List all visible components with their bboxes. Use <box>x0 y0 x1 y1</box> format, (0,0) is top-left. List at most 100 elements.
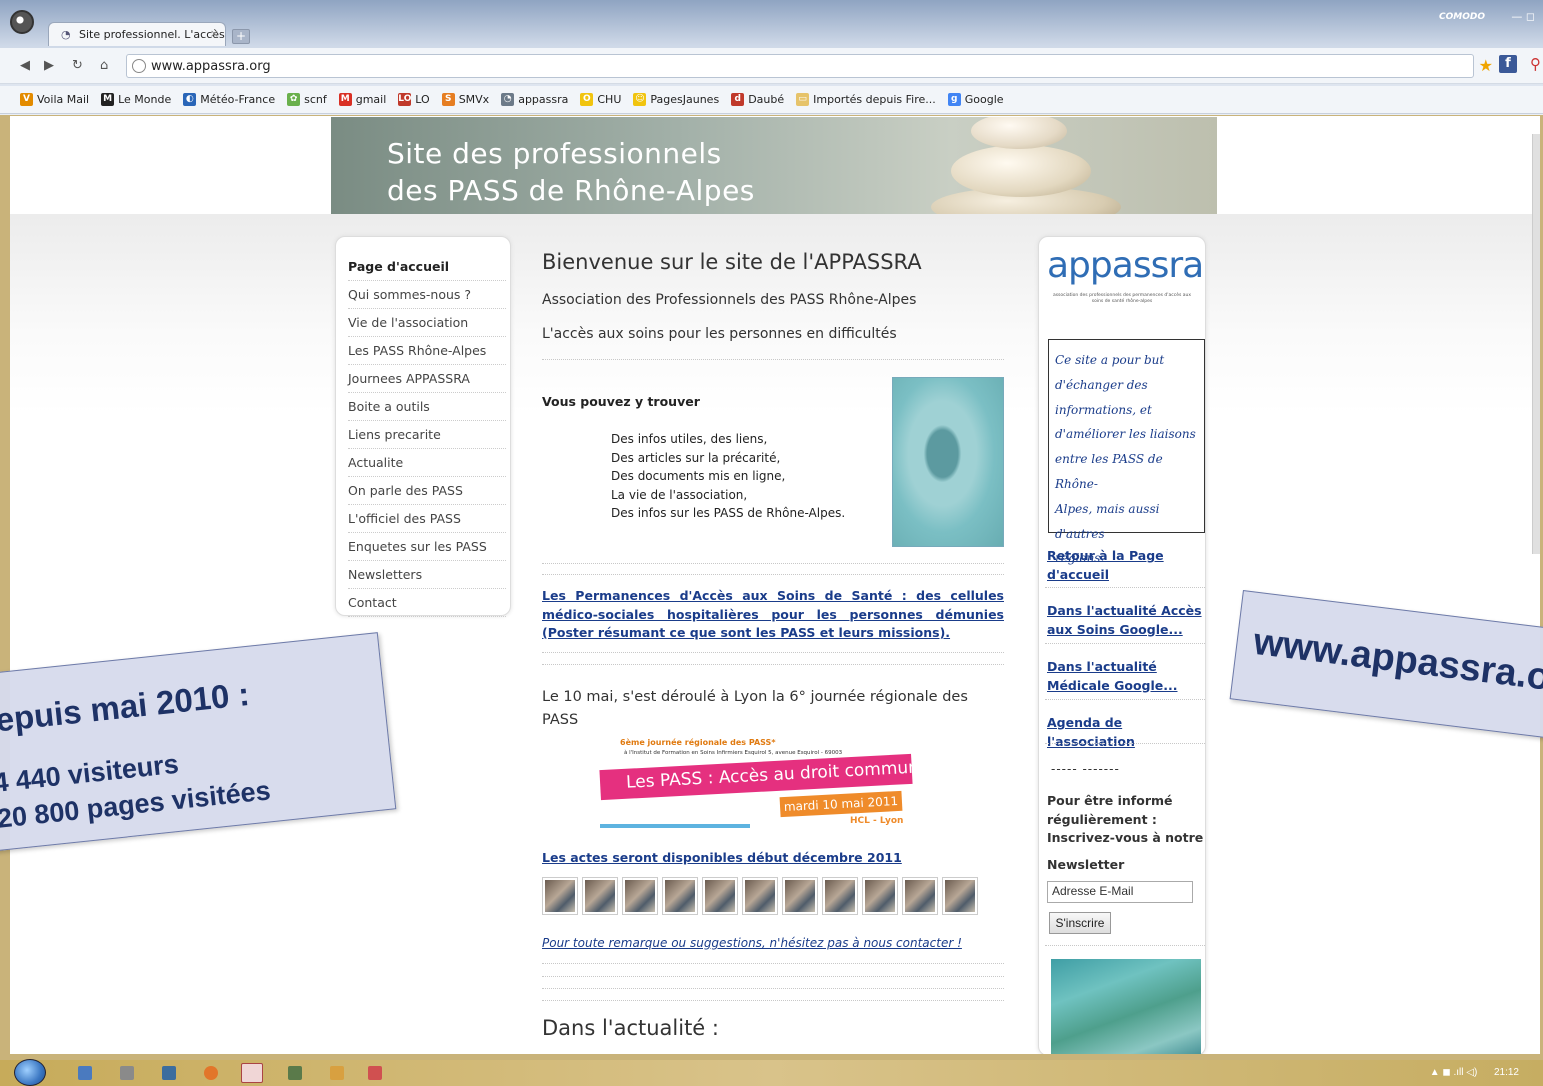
poster-line-1: 6ème journée régionale des PASS* <box>620 738 776 747</box>
subscribe-button[interactable]: S'inscrire <box>1049 912 1111 934</box>
photo-thumbnail[interactable] <box>742 877 778 915</box>
firefox-icon[interactable] <box>204 1066 218 1080</box>
agenda-link[interactable]: Agenda de l'association <box>1047 714 1207 751</box>
photo-thumbnail[interactable] <box>622 877 658 915</box>
tool-icon[interactable] <box>120 1066 134 1080</box>
right-panel: appassra association des professionnels … <box>1038 236 1206 1054</box>
google-medical-link[interactable]: Dans l'actualité Médicale Google... <box>1047 658 1207 695</box>
page-tagline: L'accès aux soins pour les personnes en … <box>542 326 897 342</box>
nav-item-pass-rhone-alpes[interactable]: Les PASS Rhône-Alpes <box>348 337 506 365</box>
nav-item-newsletters[interactable]: Newsletters <box>348 561 506 589</box>
explorer-icon[interactable] <box>78 1066 92 1080</box>
forward-icon[interactable]: ▶ <box>44 58 54 73</box>
tab-site-professionnel[interactable]: ◔ Site professionnel. L'accès × <box>48 22 226 46</box>
journee-text: Le 10 mai, s'est déroulé à Lyon la 6° jo… <box>542 689 968 728</box>
dashes-separator: ----- ------- <box>1051 762 1120 776</box>
pass-poster-link[interactable]: Les Permanences d'Accès aux Soins de San… <box>542 587 1004 643</box>
browser-logo-icon[interactable] <box>10 10 34 34</box>
address-bar[interactable]: www.appassra.org <box>126 54 1474 78</box>
photo-thumbnail[interactable] <box>902 877 938 915</box>
find-item: Des documents mis en ligne, <box>611 469 786 483</box>
tray-icons[interactable]: ▲ ◼ .ıll ◁) <box>1430 1067 1478 1078</box>
photo-thumbnail[interactable] <box>542 877 578 915</box>
bookmark-icon: d <box>731 93 745 106</box>
appassra-logo[interactable]: appassra <box>1047 245 1204 286</box>
bookmark-item[interactable]: LO LO <box>398 93 430 106</box>
photo-thumbnail[interactable] <box>662 877 698 915</box>
divider <box>1045 587 1205 588</box>
nav-item-enquetes[interactable]: Enquetes sur les PASS <box>348 533 506 561</box>
divider <box>542 574 1004 575</box>
nav-item-contact[interactable]: Contact <box>348 589 506 617</box>
app-icon[interactable] <box>288 1066 302 1080</box>
nav-item-liens-precarite[interactable]: Liens precarite <box>348 421 506 449</box>
bookmark-item[interactable]: Mgmail <box>338 93 386 106</box>
photo-thumbnail[interactable] <box>582 877 618 915</box>
home-link[interactable]: Retour à la Page d'accueil <box>1047 547 1207 584</box>
email-field[interactable]: Adresse E-Mail <box>1047 881 1193 903</box>
nav-item-officiel[interactable]: L'officiel des PASS <box>348 505 506 533</box>
bookmark-item[interactable]: d Daubé <box>731 93 784 106</box>
app-icon[interactable] <box>330 1066 344 1080</box>
logo-subtitle: association des professionnels des perma… <box>1052 293 1192 304</box>
window-controls[interactable]: — ◻ <box>1511 10 1535 23</box>
bookmark-item[interactable]: ☺ PagesJaunes <box>633 93 719 106</box>
bookmark-item[interactable]: ▭ Importés depuis Fire... <box>796 93 936 106</box>
actes-link[interactable]: Les actes seront disponibles début décem… <box>542 850 902 865</box>
reload-icon[interactable]: ↻ <box>72 58 83 73</box>
home-icon[interactable]: ⌂ <box>100 58 108 73</box>
bookmark-icon: S <box>441 93 455 106</box>
nav-item-accueil[interactable]: Page d'accueil <box>348 253 506 281</box>
bookmark-item[interactable]: g Google <box>947 93 1004 106</box>
photo-thumbnail[interactable] <box>782 877 818 915</box>
google-acces-link[interactable]: Dans l'actualité Accès aux Soins Google.… <box>1047 602 1207 639</box>
divider <box>542 563 1004 564</box>
nav-item-vie-association[interactable]: Vie de l'association <box>348 309 506 337</box>
tab-close-icon[interactable]: × <box>210 27 219 40</box>
find-item: La vie de l'association, <box>611 487 748 502</box>
bookmark-label: SMVx <box>458 93 490 106</box>
photo-thumbnail[interactable] <box>942 877 978 915</box>
bookmark-item[interactable]: ✿ scnf <box>287 93 327 106</box>
bookmark-label: scnf <box>304 93 327 106</box>
nav-item-boite-outils[interactable]: Boite a outils <box>348 393 506 421</box>
bookmark-item[interactable]: S SMVx <box>441 93 490 106</box>
star-icon[interactable]: ★ <box>1479 56 1493 75</box>
photo-thumbnail[interactable] <box>822 877 858 915</box>
start-button[interactable] <box>14 1059 46 1086</box>
bookmark-item[interactable]: M Le Monde <box>101 93 171 106</box>
nav-item-journees[interactable]: Journees APPASSRA <box>348 365 506 393</box>
map-image[interactable] <box>1051 959 1201 1054</box>
bookmark-label: LO <box>415 93 430 106</box>
page-subtitle: Association des Professionnels des PASS … <box>542 292 917 308</box>
back-icon[interactable]: ◀ <box>20 58 30 73</box>
bookmark-item[interactable]: ◔ appassra <box>501 93 568 106</box>
windows-taskbar <box>0 1060 1543 1086</box>
photo-thumbnail[interactable] <box>862 877 898 915</box>
system-tray: ▲ ◼ .ıll ◁) 21:12 <box>1430 1067 1519 1078</box>
nav-item-qui-sommes-nous[interactable]: Qui sommes-nous ? <box>348 281 506 309</box>
comodo-dragon-icon[interactable] <box>241 1063 263 1083</box>
facebook-icon[interactable]: f <box>1499 55 1517 73</box>
overlay-url: www.appassra.org <box>1251 620 1543 704</box>
bookmark-label: Importés depuis Fire... <box>813 93 936 106</box>
contact-link[interactable]: Pour toute remarque ou suggestions, n'hé… <box>542 936 962 950</box>
bookmark-icon: ☺ <box>633 93 647 106</box>
nav-item-on-parle[interactable]: On parle des PASS <box>348 477 506 505</box>
bookmark-item[interactable]: V Voila Mail <box>20 93 89 106</box>
photo-gallery <box>542 877 978 915</box>
search-icon[interactable]: ⚲ <box>1530 55 1541 73</box>
calc-icon[interactable] <box>162 1066 176 1080</box>
actualite-heading: Dans l'actualité : <box>542 1016 719 1040</box>
divider <box>1045 643 1205 644</box>
bookmark-item[interactable]: ◐ Météo-France <box>183 93 275 106</box>
scrollbar[interactable] <box>1532 134 1540 554</box>
new-tab-button[interactable]: + <box>232 29 250 44</box>
journee-poster-image[interactable]: 6ème journée régionale des PASS* à l'Ins… <box>599 730 945 834</box>
banner-title: Site des professionnels des PASS de Rhôn… <box>387 135 755 209</box>
photo-thumbnail[interactable] <box>702 877 738 915</box>
bookmark-item[interactable]: O CHU <box>580 93 621 106</box>
nav-item-actualite[interactable]: Actualite <box>348 449 506 477</box>
about-box: Ce site a pour but d'échanger des inform… <box>1048 339 1205 565</box>
app-icon[interactable] <box>368 1066 382 1080</box>
